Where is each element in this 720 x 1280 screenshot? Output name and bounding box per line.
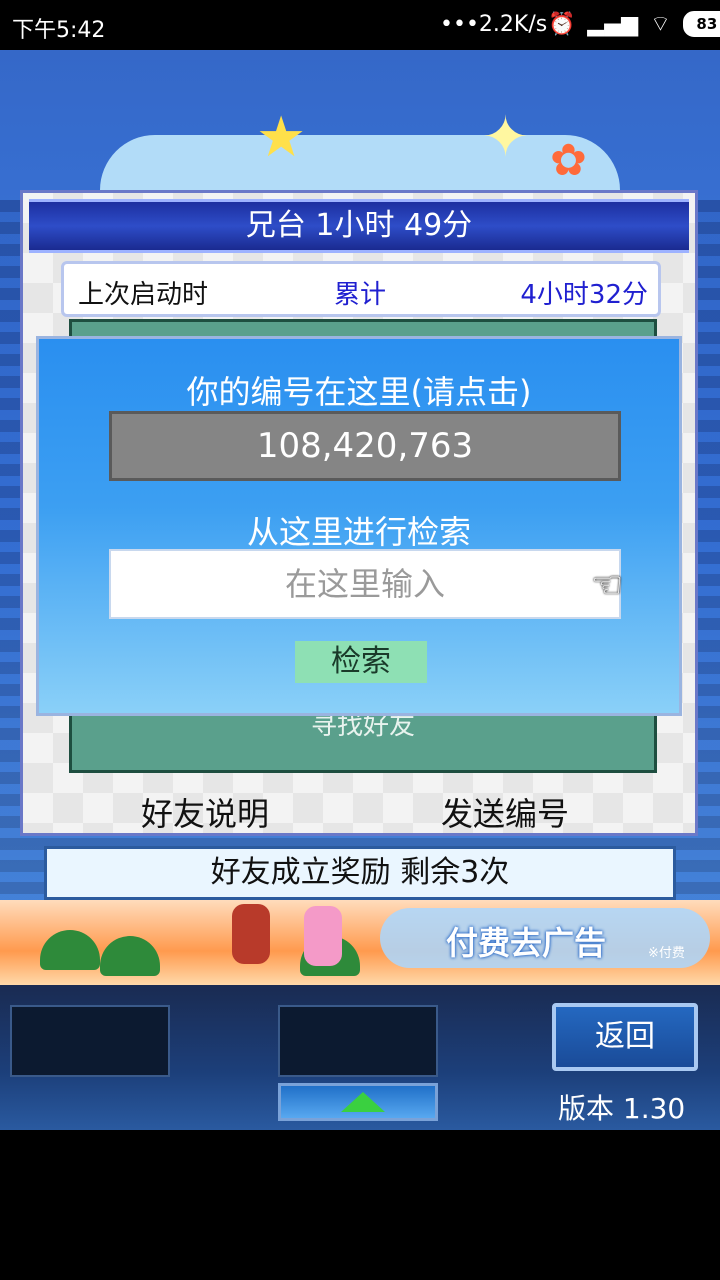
character-sprite bbox=[304, 906, 342, 966]
search-heading: 从这里进行检索 bbox=[246, 513, 471, 551]
sparkle-icon: ✦ bbox=[482, 105, 529, 170]
network-speed: •••2.2K/s bbox=[440, 12, 548, 37]
expand-up-button[interactable] bbox=[278, 1083, 438, 1121]
alarm-icon: ⏰ bbox=[548, 11, 576, 37]
bush-decoration bbox=[100, 936, 160, 976]
wifi-icon: ⌔ bbox=[650, 12, 671, 37]
bush-decoration bbox=[40, 930, 100, 970]
total-time-value: 4小时32分 bbox=[520, 280, 648, 310]
bottom-toolbar: 返回 版本 1.30 bbox=[0, 985, 720, 1130]
flower-icon: ✿ bbox=[550, 135, 587, 186]
empty-slot[interactable] bbox=[10, 1005, 170, 1077]
hand-pointer-icon: ☜ bbox=[591, 565, 624, 606]
last-launch-label: 上次启动时 bbox=[78, 280, 209, 310]
empty-slot[interactable] bbox=[278, 1005, 438, 1077]
total-label: 累计 bbox=[334, 280, 387, 310]
battery-icon: 83 bbox=[682, 11, 720, 37]
player-id-box[interactable]: 108,420,763 bbox=[109, 411, 621, 481]
back-button[interactable]: 返回 bbox=[552, 1003, 698, 1071]
send-id-link[interactable]: 发送编号 bbox=[441, 789, 569, 835]
friend-reward-bar: 好友成立奖励 剩余3次 bbox=[44, 846, 676, 900]
status-icons: ⏰ ▂▄▆ ⌔ 83 bbox=[548, 10, 720, 38]
game-screen: ★ ✦ ✿ 兄台 1小时 49分 上次启动时 累计 4小时32分 寻找好友 好友… bbox=[0, 50, 720, 1130]
version-label: 版本 1.30 bbox=[558, 1092, 686, 1125]
search-input[interactable]: 在这里输入 bbox=[109, 549, 621, 619]
up-arrow-icon bbox=[341, 1092, 385, 1112]
friend-info-link[interactable]: 好友说明 bbox=[141, 789, 269, 835]
play-time-row: 上次启动时 累计 4小时32分 bbox=[61, 261, 661, 317]
status-time: 下午5:42 bbox=[12, 18, 106, 43]
remove-ads-button[interactable]: 付费去广告 ※付费 bbox=[380, 908, 710, 968]
character-sprite bbox=[232, 904, 270, 964]
status-bar: 下午5:42 •••2.2K/s ⏰ ▂▄▆ ⌔ 83 bbox=[0, 0, 720, 50]
signal-icon: ▂▄▆ bbox=[587, 11, 639, 37]
panel-links: 好友说明 发送编号 bbox=[23, 783, 695, 833]
paid-note: ※付费 bbox=[648, 946, 685, 961]
star-icon: ★ bbox=[256, 105, 307, 170]
friend-search-dialog: 你的编号在这里(请点击) 108,420,763 从这里进行检索 在这里输入 ☜… bbox=[36, 336, 682, 716]
remove-ads-label: 付费去广告 bbox=[446, 924, 607, 962]
your-id-heading: 你的编号在这里(请点击) bbox=[186, 373, 532, 411]
panel-title: 兄台 1小时 49分 bbox=[29, 199, 689, 253]
search-button[interactable]: 检索 bbox=[295, 641, 427, 683]
